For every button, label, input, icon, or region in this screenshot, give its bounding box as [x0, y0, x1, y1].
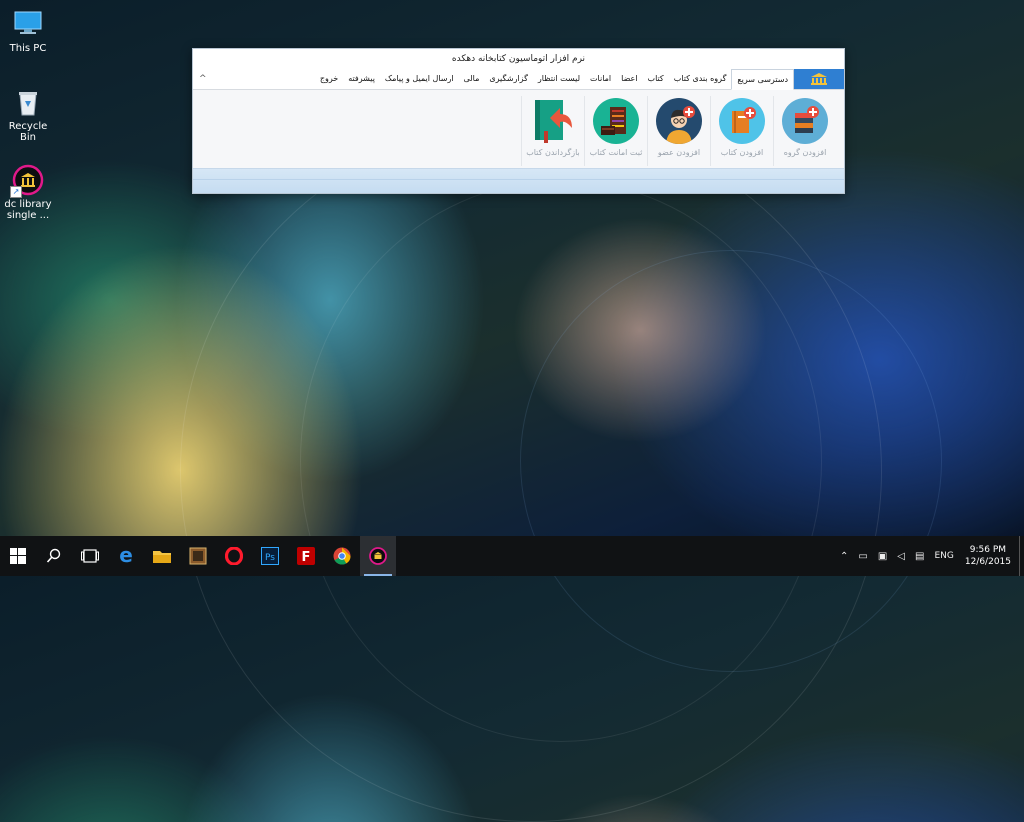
- status-strip: [193, 168, 844, 193]
- svg-text:e: e: [119, 546, 133, 566]
- clock-time: 9:56 PM: [969, 545, 1007, 555]
- tab-waiting-list[interactable]: لیست انتظار: [533, 69, 585, 89]
- library-logo-icon: [811, 73, 827, 85]
- filezilla-icon: F: [297, 547, 315, 565]
- file-explorer-taskbar-button[interactable]: [144, 536, 180, 576]
- shortcut-arrow-icon: ↗: [10, 186, 22, 198]
- tab-email-sms[interactable]: ارسال ایمیل و پیامک: [380, 69, 459, 89]
- system-tray: ⌃ ▭ ▣ ◁ ▤ ENG 9:56 PM 12/6/2015: [835, 536, 1024, 576]
- application-menu-button[interactable]: [794, 69, 844, 89]
- button-label: افزودن گروه: [783, 148, 827, 157]
- volume-icon[interactable]: ◁: [897, 551, 905, 562]
- app-icon: [189, 547, 207, 565]
- return-book-icon: [530, 98, 576, 144]
- edge-taskbar-button[interactable]: e: [108, 536, 144, 576]
- library-app-icon: [369, 547, 387, 565]
- tab-reports[interactable]: گزارشگیری: [484, 69, 533, 89]
- tab-books[interactable]: کتاب: [643, 69, 669, 89]
- add-member-icon: [656, 98, 702, 144]
- add-book-icon: [719, 98, 765, 144]
- wallpaper-swirl: [180, 120, 882, 822]
- computer-icon: [12, 8, 44, 40]
- chrome-taskbar-button[interactable]: [324, 536, 360, 576]
- chrome-icon: [333, 547, 351, 565]
- chevron-up-icon[interactable]: ⌃: [840, 551, 848, 562]
- opera-icon: [225, 547, 243, 565]
- desktop-icon-this-pc[interactable]: This PC: [2, 8, 54, 54]
- loan-book-icon: [593, 98, 639, 144]
- photoshop-taskbar-button[interactable]: Ps: [252, 536, 288, 576]
- add-book-button[interactable]: افزودن کتاب: [710, 96, 773, 166]
- language-indicator[interactable]: ENG: [934, 551, 953, 561]
- tab-quick-access[interactable]: دسترسی سریع: [731, 69, 794, 90]
- ribbon-body: افزودن گروه افزودن کتاب افزودن عضو ثبت ا…: [193, 90, 844, 168]
- recycle-bin-icon: [12, 86, 44, 118]
- library-app-icon: ↗: [10, 164, 44, 198]
- clock[interactable]: 9:56 PM 12/6/2015: [965, 544, 1011, 568]
- button-label: افزودن عضو: [657, 148, 701, 157]
- photoshop-icon: Ps: [261, 547, 279, 565]
- desktop-icon-recycle-bin[interactable]: Recycle Bin: [2, 86, 54, 143]
- filezilla-taskbar-button[interactable]: F: [288, 536, 324, 576]
- clock-date: 12/6/2015: [964, 557, 1011, 567]
- button-label: افزودن کتاب: [720, 148, 764, 157]
- button-label: بازگرداندن کتاب: [526, 148, 580, 157]
- folder-icon: [153, 551, 171, 563]
- task-view-icon: [81, 549, 99, 563]
- windows-logo-icon: [10, 548, 26, 564]
- network-icon[interactable]: ▣: [878, 551, 887, 562]
- dc-library-taskbar-button[interactable]: [360, 536, 396, 576]
- tab-book-categories[interactable]: گروه بندی کتاب: [669, 69, 732, 89]
- wallpaper-swirl: [300, 180, 822, 742]
- ribbon-collapse-button[interactable]: ^: [199, 74, 207, 84]
- add-member-button[interactable]: افزودن عضو: [647, 96, 710, 166]
- search-button[interactable]: [36, 536, 72, 576]
- loan-book-button[interactable]: ثبت امانت کتاب: [584, 96, 647, 166]
- start-button[interactable]: [0, 536, 36, 576]
- add-group-button[interactable]: افزودن گروه: [773, 96, 836, 166]
- notifications-icon[interactable]: ▤: [915, 551, 924, 562]
- app-taskbar-button[interactable]: [180, 536, 216, 576]
- taskbar: e Ps F ⌃ ▭ ▣ ◁ ▤ ENG 9:56 PM 12/6/2015: [0, 536, 1024, 576]
- add-group-icon: [782, 98, 828, 144]
- tab-advanced[interactable]: پیشرفته: [343, 69, 380, 89]
- task-view-button[interactable]: [72, 536, 108, 576]
- tab-members[interactable]: اعضا: [616, 69, 642, 89]
- desktop-icon-label: dc library single ...: [4, 199, 52, 221]
- desktop-icon-dc-library[interactable]: ↗ dc library single ...: [2, 164, 54, 221]
- tab-finance[interactable]: مالی: [459, 69, 485, 89]
- desktop-icon-label: This PC: [9, 43, 47, 54]
- opera-taskbar-button[interactable]: [216, 536, 252, 576]
- return-book-button[interactable]: بازگرداندن کتاب: [521, 96, 584, 166]
- battery-icon[interactable]: ▭: [858, 551, 867, 562]
- tabs-row: دسترسی سریع گروه بندی کتاب کتاب اعضا اما…: [315, 69, 844, 90]
- show-desktop-button[interactable]: [1019, 536, 1024, 576]
- app-window: نرم افزار اتوماسیون کتابخانه دهکده ^ دست…: [192, 48, 845, 194]
- tab-loans[interactable]: امانات: [585, 69, 616, 89]
- search-icon: [46, 548, 61, 563]
- tab-exit[interactable]: خروج: [315, 69, 343, 89]
- desktop-icon-label: Recycle Bin: [8, 121, 48, 143]
- quick-access-buttons: افزودن گروه افزودن کتاب افزودن عضو ثبت ا…: [521, 96, 836, 166]
- button-label: ثبت امانت کتاب: [589, 148, 643, 157]
- ribbon-tab-bar: ^ دسترسی سریع گروه بندی کتاب کتاب اعضا ا…: [193, 69, 844, 90]
- wallpaper-swirl: [520, 250, 942, 672]
- svg-text:F: F: [302, 550, 311, 565]
- edge-icon: e: [119, 546, 133, 566]
- svg-text:Ps: Ps: [265, 553, 275, 563]
- window-title: نرم افزار اتوماسیون کتابخانه دهکده: [193, 49, 844, 69]
